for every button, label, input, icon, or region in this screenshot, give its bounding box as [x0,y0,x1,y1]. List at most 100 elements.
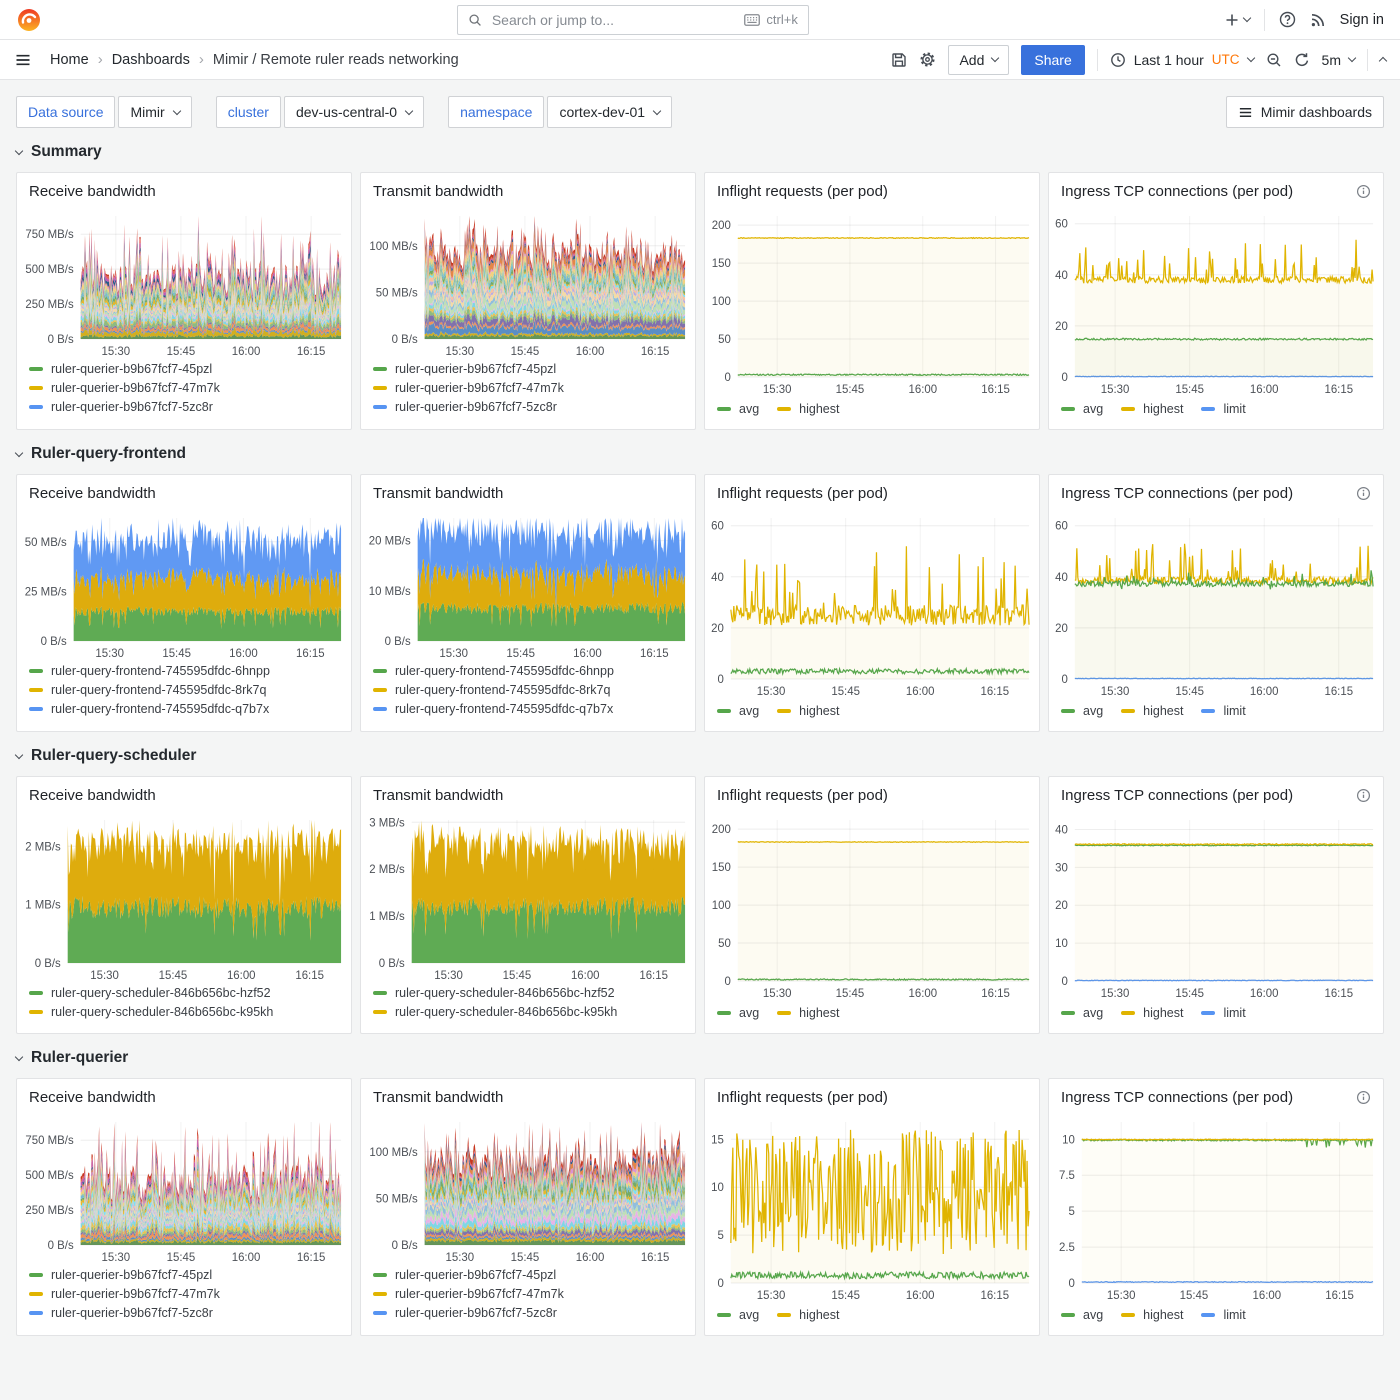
legend-item-ruler-querier-b9b67fcf7-5zc8r[interactable]: ruler-querier-b9b67fcf7-5zc8r [29,400,339,414]
legend-item-ruler-querier-b9b67fcf7-47m7k[interactable]: ruler-querier-b9b67fcf7-47m7k [29,381,339,395]
chart-canvas[interactable]: 01020304015:3015:4516:0016:15 [1049,808,1383,1001]
info-icon[interactable] [1356,788,1371,803]
legend-item-highest[interactable]: highest [777,1006,839,1020]
info-icon[interactable] [1356,1090,1371,1105]
legend-item-ruler-querier-b9b67fcf7-5zc8r[interactable]: ruler-querier-b9b67fcf7-5zc8r [29,1306,339,1320]
panel-header[interactable]: Receive bandwidth [17,178,351,204]
panel-header[interactable]: Transmit bandwidth [361,480,695,506]
panel-header[interactable]: Inflight requests (per pod) [705,1084,1039,1110]
chart-canvas[interactable]: 02.557.51015:3015:4516:0016:15 [1049,1110,1383,1303]
legend-item-highest[interactable]: highest [1121,1006,1183,1020]
refresh-button[interactable] [1294,52,1310,68]
chart-canvas[interactable]: 0 B/s250 MB/s500 MB/s750 MB/s15:3015:451… [17,1110,351,1265]
zoom-out-button[interactable] [1266,52,1282,68]
legend-item-highest[interactable]: highest [1121,402,1183,416]
chart-canvas[interactable]: 020406015:3015:4516:0016:15 [705,506,1039,699]
legend-item-ruler-query-frontend-745595dfdc-8rk7q[interactable]: ruler-query-frontend-745595dfdc-8rk7q [373,683,683,697]
info-icon[interactable] [1356,184,1371,199]
cluster-label[interactable]: cluster [216,96,281,128]
legend-item-ruler-query-frontend-745595dfdc-6hnpp[interactable]: ruler-query-frontend-745595dfdc-6hnpp [373,664,683,678]
legend-item-ruler-querier-b9b67fcf7-47m7k[interactable]: ruler-querier-b9b67fcf7-47m7k [373,381,683,395]
new-menu-button[interactable] [1224,12,1250,28]
chart-canvas[interactable]: 0 B/s50 MB/s100 MB/s15:3015:4516:0016:15 [361,204,695,359]
legend-item-avg[interactable]: avg [717,1308,759,1322]
sign-in-link[interactable]: Sign in [1340,12,1384,28]
collapse-toolbar-button[interactable] [1380,55,1386,64]
legend-item-avg[interactable]: avg [1061,704,1103,718]
legend-item-avg[interactable]: avg [717,704,759,718]
chart-canvas[interactable]: 020406015:3015:4516:0016:15 [1049,506,1383,699]
namespace-label[interactable]: namespace [448,96,544,128]
legend-item-ruler-query-scheduler-846b656bc-hzf52[interactable]: ruler-query-scheduler-846b656bc-hzf52 [29,986,339,1000]
legend-item-highest[interactable]: highest [1121,1308,1183,1322]
section-header-summary[interactable]: Summary [16,143,1384,161]
legend-item-ruler-query-frontend-745595dfdc-q7b7x[interactable]: ruler-query-frontend-745595dfdc-q7b7x [29,702,339,716]
legend-item-avg[interactable]: avg [717,402,759,416]
legend-item-ruler-querier-b9b67fcf7-47m7k[interactable]: ruler-querier-b9b67fcf7-47m7k [373,1287,683,1301]
dashboard-settings-button[interactable] [919,51,936,68]
panel-header[interactable]: Inflight requests (per pod) [705,480,1039,506]
info-icon[interactable] [1356,486,1371,501]
search-input[interactable] [490,11,737,29]
legend-item-ruler-query-scheduler-846b656bc-hzf52[interactable]: ruler-query-scheduler-846b656bc-hzf52 [373,986,683,1000]
grafana-logo[interactable] [16,7,42,33]
legend-item-limit[interactable]: limit [1201,402,1245,416]
chart-canvas[interactable]: 0 B/s1 MB/s2 MB/s15:3015:4516:0016:15 [17,808,351,983]
legend-item-limit[interactable]: limit [1201,1006,1245,1020]
search-box[interactable]: ctrl+k [457,5,809,35]
add-button[interactable]: Add [948,45,1009,75]
panel-header[interactable]: Receive bandwidth [17,782,351,808]
time-range-picker[interactable]: Last 1 hour UTC [1110,52,1254,68]
chart-canvas[interactable]: 05010015020015:3015:4516:0016:15 [705,204,1039,397]
menu-toggle-button[interactable] [14,51,32,69]
chart-canvas[interactable]: 0 B/s250 MB/s500 MB/s750 MB/s15:3015:451… [17,204,351,359]
datasource-label[interactable]: Data source [16,96,115,128]
legend-item-limit[interactable]: limit [1201,704,1245,718]
panel-header[interactable]: Transmit bandwidth [361,178,695,204]
chart-canvas[interactable]: 020406015:3015:4516:0016:15 [1049,204,1383,397]
legend-item-highest[interactable]: highest [1121,704,1183,718]
refresh-interval-dropdown[interactable]: 5m [1322,52,1355,68]
chart-canvas[interactable]: 05101515:3015:4516:0016:15 [705,1110,1039,1303]
legend-item-ruler-query-frontend-745595dfdc-q7b7x[interactable]: ruler-query-frontend-745595dfdc-q7b7x [373,702,683,716]
help-button[interactable] [1279,11,1296,28]
chart-canvas[interactable]: 05010015020015:3015:4516:0016:15 [705,808,1039,1001]
panel-header[interactable]: Receive bandwidth [17,1084,351,1110]
panel-header[interactable]: Ingress TCP connections (per pod) [1049,1084,1383,1110]
section-header-ruler-query-frontend[interactable]: Ruler-query-frontend [16,445,1384,463]
breadcrumb-dashboards[interactable]: Dashboards [112,52,190,68]
section-header-ruler-querier[interactable]: Ruler-querier [16,1049,1384,1067]
panel-header[interactable]: Ingress TCP connections (per pod) [1049,178,1383,204]
legend-item-highest[interactable]: highest [777,1308,839,1322]
save-dashboard-button[interactable] [891,52,907,68]
legend-item-ruler-query-scheduler-846b656bc-k95kh[interactable]: ruler-query-scheduler-846b656bc-k95kh [29,1005,339,1019]
mimir-dashboards-button[interactable]: Mimir dashboards [1226,96,1384,128]
chart-canvas[interactable]: 0 B/s10 MB/s20 MB/s15:3015:4516:0016:15 [361,506,695,661]
news-button[interactable] [1310,12,1326,28]
share-button[interactable]: Share [1021,45,1084,75]
legend-item-ruler-querier-b9b67fcf7-45pzl[interactable]: ruler-querier-b9b67fcf7-45pzl [29,1268,339,1282]
legend-item-ruler-querier-b9b67fcf7-45pzl[interactable]: ruler-querier-b9b67fcf7-45pzl [373,1268,683,1282]
panel-header[interactable]: Transmit bandwidth [361,1084,695,1110]
breadcrumb-home[interactable]: Home [50,52,89,68]
legend-item-ruler-querier-b9b67fcf7-5zc8r[interactable]: ruler-querier-b9b67fcf7-5zc8r [373,1306,683,1320]
legend-item-highest[interactable]: highest [777,402,839,416]
legend-item-ruler-query-scheduler-846b656bc-k95kh[interactable]: ruler-query-scheduler-846b656bc-k95kh [373,1005,683,1019]
panel-header[interactable]: Ingress TCP connections (per pod) [1049,480,1383,506]
legend-item-avg[interactable]: avg [1061,1006,1103,1020]
legend-item-highest[interactable]: highest [777,704,839,718]
legend-item-ruler-querier-b9b67fcf7-45pzl[interactable]: ruler-querier-b9b67fcf7-45pzl [29,362,339,376]
chart-canvas[interactable]: 0 B/s50 MB/s100 MB/s15:3015:4516:0016:15 [361,1110,695,1265]
legend-item-ruler-querier-b9b67fcf7-5zc8r[interactable]: ruler-querier-b9b67fcf7-5zc8r [373,400,683,414]
panel-header[interactable]: Inflight requests (per pod) [705,782,1039,808]
chart-canvas[interactable]: 0 B/s1 MB/s2 MB/s3 MB/s15:3015:4516:0016… [361,808,695,983]
legend-item-avg[interactable]: avg [717,1006,759,1020]
legend-item-ruler-querier-b9b67fcf7-45pzl[interactable]: ruler-querier-b9b67fcf7-45pzl [373,362,683,376]
chart-canvas[interactable]: 0 B/s25 MB/s50 MB/s15:3015:4516:0016:15 [17,506,351,661]
legend-item-avg[interactable]: avg [1061,402,1103,416]
datasource-dropdown[interactable]: Mimir [118,96,191,128]
panel-header[interactable]: Ingress TCP connections (per pod) [1049,782,1383,808]
panel-header[interactable]: Receive bandwidth [17,480,351,506]
legend-item-limit[interactable]: limit [1201,1308,1245,1322]
legend-item-ruler-querier-b9b67fcf7-47m7k[interactable]: ruler-querier-b9b67fcf7-47m7k [29,1287,339,1301]
